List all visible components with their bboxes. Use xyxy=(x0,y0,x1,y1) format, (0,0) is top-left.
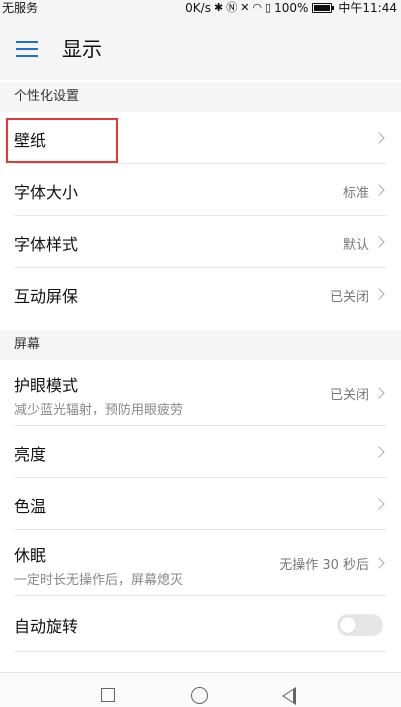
settings-item-brightness[interactable]: 亮度 xyxy=(0,426,401,478)
sim-icon: ▯ xyxy=(265,1,272,14)
status-bar: 无服务 0K/s ✱ Ⓝ ✕ ◠ ▯ 100% 中午11:44 xyxy=(0,0,401,16)
item-value: 默认 xyxy=(342,238,369,253)
auto-rotate-toggle[interactable] xyxy=(337,614,383,636)
bluetooth-icon: ✱ xyxy=(213,1,224,14)
recent-apps-icon[interactable] xyxy=(101,688,115,702)
item-label: 字体大小 xyxy=(14,183,79,202)
item-value: 已关闭 xyxy=(329,290,369,305)
item-label: 互动屏保 xyxy=(14,287,79,306)
network-speed: 0K/s xyxy=(185,1,211,15)
home-icon[interactable] xyxy=(191,687,208,704)
nfc-icon: Ⓝ xyxy=(226,1,238,14)
item-label: 自动旋转 xyxy=(14,617,79,636)
settings-item-color-temperature[interactable]: 色温 xyxy=(0,478,401,530)
chevron-right-icon xyxy=(373,557,385,569)
item-subtitle: 减少蓝光辐射，预防用眼疲劳 xyxy=(14,403,184,418)
toggle-knob xyxy=(340,617,356,633)
chevron-right-icon xyxy=(373,498,385,510)
item-label: 色温 xyxy=(14,497,47,516)
settings-item-font-size[interactable]: 字体大小 标准 xyxy=(0,164,401,216)
section-header-screen: 屏幕 xyxy=(0,330,401,360)
settings-item-font-style[interactable]: 字体样式 默认 xyxy=(0,216,401,268)
item-subtitle: 一定时长无操作后，屏幕熄灭 xyxy=(14,573,184,588)
chevron-right-icon xyxy=(373,387,385,399)
settings-item-interactive-screensaver[interactable]: 互动屏保 已关闭 xyxy=(0,268,401,320)
item-value: 已关闭 xyxy=(329,388,369,403)
item-value: 无操作 30 秒后 xyxy=(279,558,369,573)
item-label: 休眠 xyxy=(14,546,47,565)
status-icons: 0K/s ✱ Ⓝ ✕ ◠ ▯ 100% 中午11:44 xyxy=(185,0,397,16)
wifi-icon: ◠ xyxy=(252,1,263,14)
hamburger-menu-icon[interactable] xyxy=(16,41,38,57)
divider xyxy=(14,651,387,652)
carrier-text: 无服务 xyxy=(2,1,39,15)
app-bar: 显示 xyxy=(0,16,401,80)
item-label: 亮度 xyxy=(14,445,47,464)
item-label: 护眼模式 xyxy=(14,376,79,395)
chevron-right-icon xyxy=(373,288,385,300)
clock: 中午11:44 xyxy=(338,1,397,15)
highlight-box xyxy=(6,118,118,163)
battery-icon xyxy=(312,3,335,13)
chevron-right-icon xyxy=(373,184,385,196)
chevron-right-icon xyxy=(373,132,385,144)
page-title: 显示 xyxy=(62,37,102,61)
item-value: 标准 xyxy=(342,186,369,201)
settings-item-sleep[interactable]: 休眠 一定时长无操作后，屏幕熄灭 无操作 30 秒后 xyxy=(0,530,401,596)
section-header-personalization: 个性化设置 xyxy=(0,82,401,112)
mute-icon: ✕ xyxy=(240,1,250,14)
chevron-right-icon xyxy=(373,446,385,458)
battery-percent: 100% xyxy=(274,1,309,15)
settings-item-eye-comfort[interactable]: 护眼模式 减少蓝光辐射，预防用眼疲劳 已关闭 xyxy=(0,360,401,426)
item-label: 字体样式 xyxy=(14,235,79,254)
chevron-right-icon xyxy=(373,236,385,248)
back-icon[interactable] xyxy=(282,687,296,705)
system-nav-bar xyxy=(0,672,401,707)
